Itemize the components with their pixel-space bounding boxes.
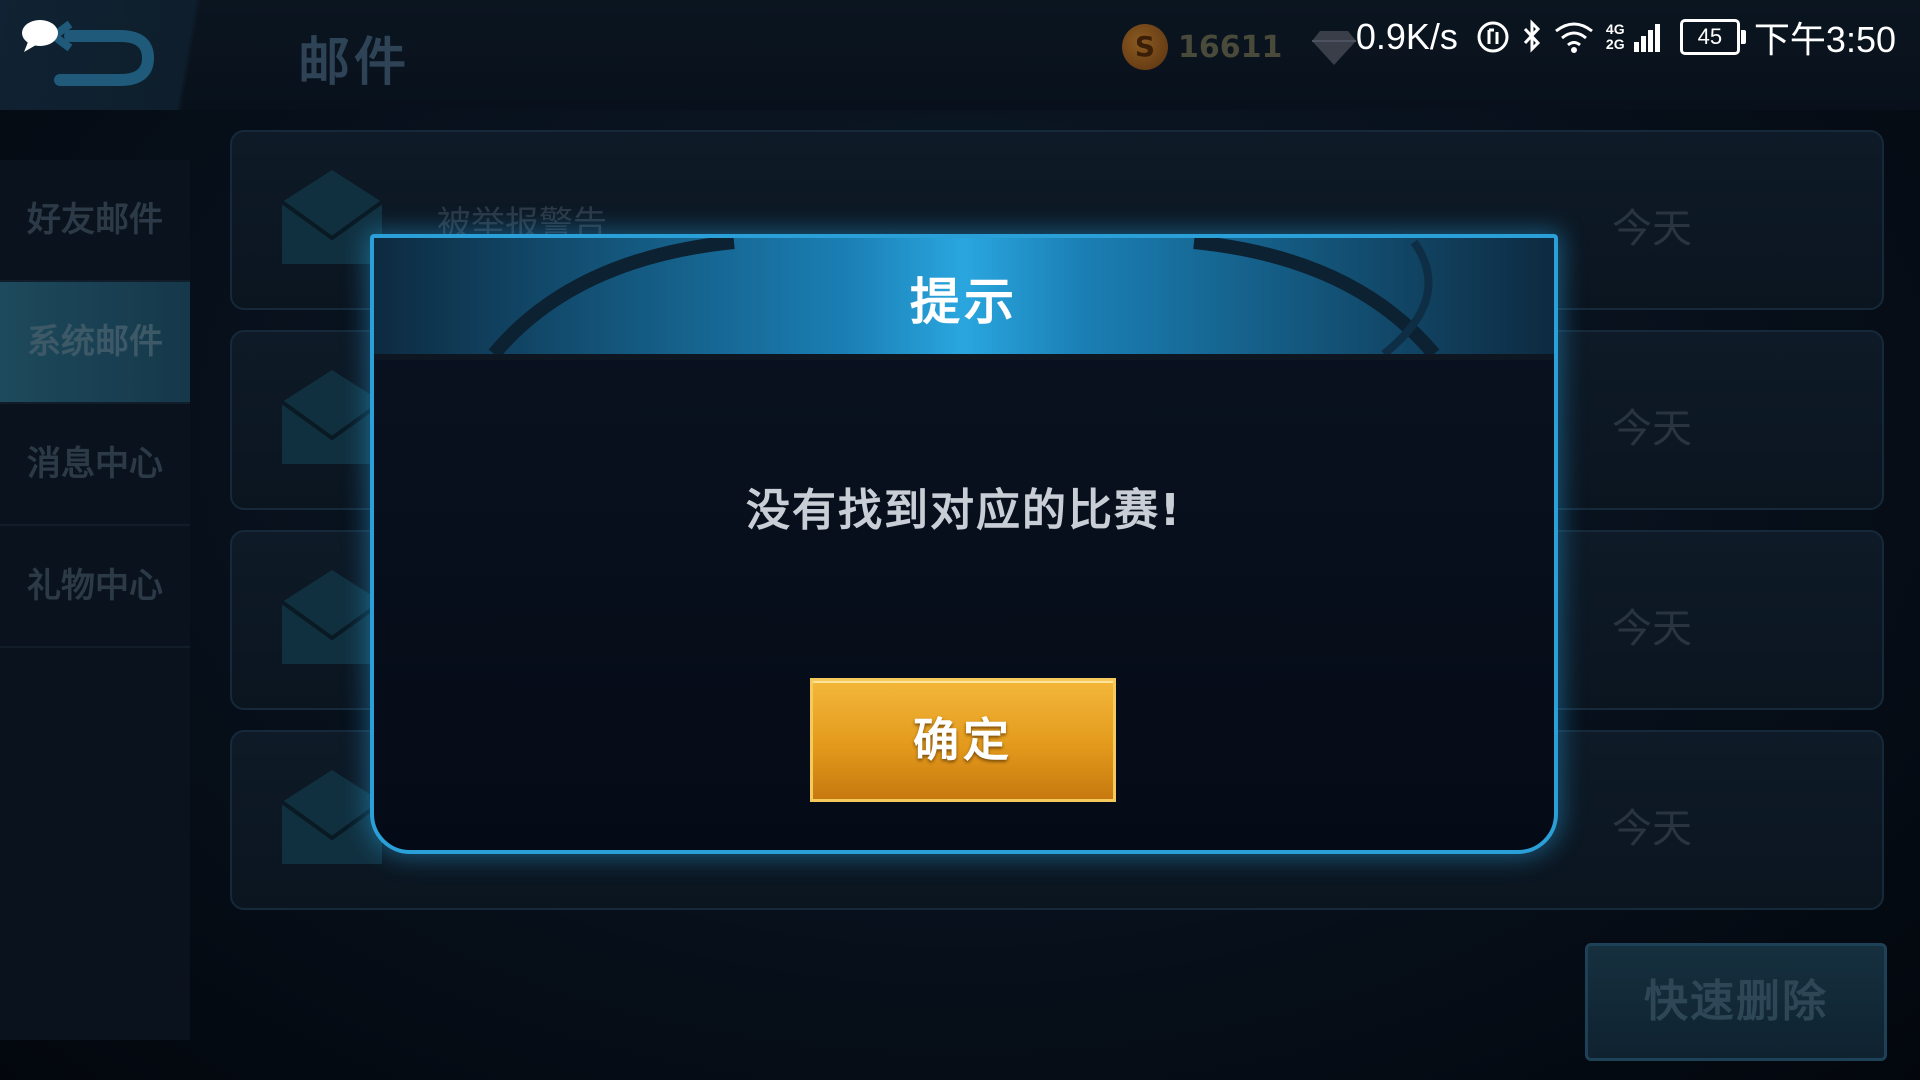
- mail-screen: 邮件 16611 0.9K/s: [0, 0, 1920, 1080]
- back-button[interactable]: [0, 0, 260, 110]
- network-type-label: 4G 2G: [1605, 21, 1625, 52]
- dialog-message: 没有找到对应的比赛!: [745, 485, 1183, 536]
- sidebar-item-system-mail[interactable]: 系统邮件: [0, 282, 190, 404]
- mail-date: 今天: [1612, 606, 1692, 652]
- wifi-icon: [1555, 22, 1593, 53]
- gold-coin-icon: [1122, 24, 1168, 70]
- coin-value: 16611: [1178, 29, 1283, 65]
- network-speed: 0.9K/s: [1355, 16, 1458, 57]
- mail-category-sidebar: 好友邮件 系统邮件 消息中心 礼物中心: [0, 160, 190, 1040]
- top-bar: 邮件 16611 0.9K/s: [0, 0, 1920, 110]
- confirm-button[interactable]: 确定: [810, 678, 1116, 802]
- dialog-header: 提示: [374, 238, 1554, 360]
- quick-delete-button[interactable]: 快速删除: [1585, 943, 1887, 1061]
- page-title: 邮件: [298, 33, 411, 93]
- chat-bubble-icon[interactable]: [20, 18, 60, 54]
- coin-balance: 16611: [1122, 22, 1282, 72]
- bluetooth-icon: [1523, 19, 1541, 53]
- dialog-title: 提示: [910, 273, 1018, 331]
- system-status-bar: 0.9K/s 4G 2G 45 下午3:50: [1356, 12, 1896, 62]
- cellular-signal-icon: 4G 2G: [1606, 22, 1660, 52]
- sidebar-item-message-center[interactable]: 消息中心: [0, 404, 190, 526]
- gem-balance: [1310, 22, 1358, 72]
- mail-date: 今天: [1612, 206, 1692, 252]
- alert-dialog: 提示 没有找到对应的比赛! 确定: [370, 234, 1558, 854]
- sidebar-item-friend-mail[interactable]: 好友邮件: [0, 160, 190, 282]
- mail-date: 今天: [1612, 406, 1692, 452]
- sidebar-item-gift-center[interactable]: 礼物中心: [0, 526, 190, 648]
- data-saver-icon: [1477, 21, 1509, 53]
- mail-date: 今天: [1612, 806, 1692, 852]
- clock: 下午3:50: [1753, 19, 1896, 60]
- battery-indicator: 45: [1679, 19, 1746, 55]
- diamond-icon: [1312, 31, 1356, 65]
